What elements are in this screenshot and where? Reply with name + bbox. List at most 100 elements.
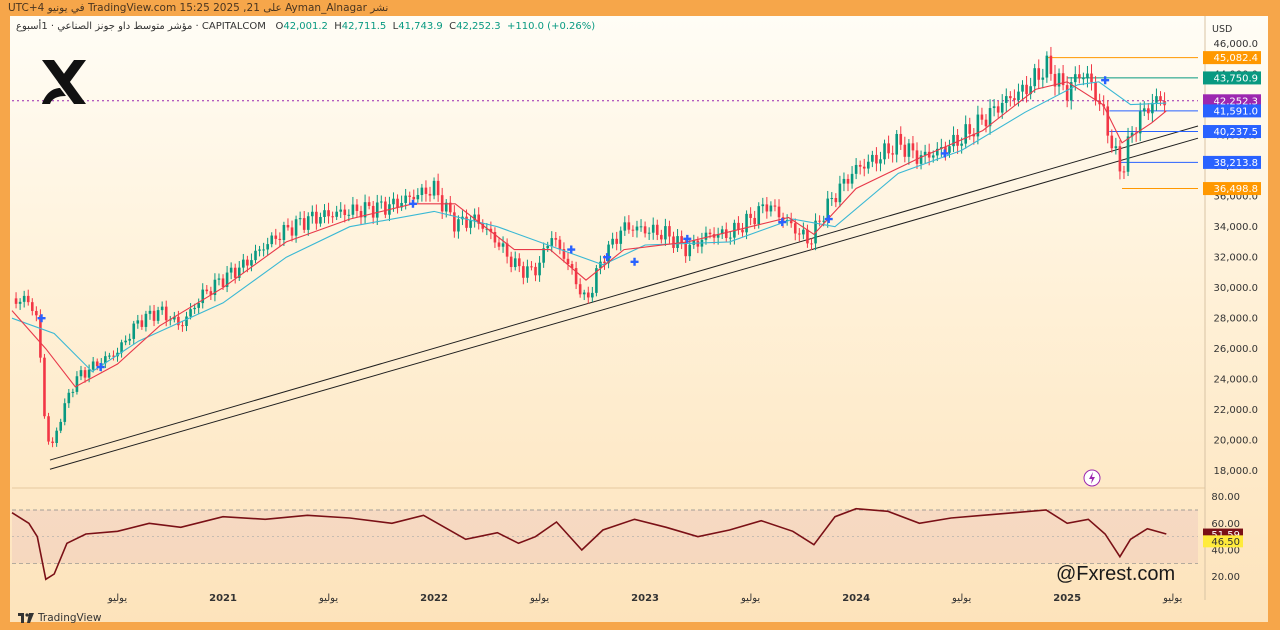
candle-body	[745, 213, 748, 233]
candle-body	[704, 232, 708, 240]
price-tick-label: 20,000.0	[1213, 436, 1258, 447]
candle-body	[1110, 135, 1114, 149]
candle-body	[643, 226, 647, 234]
candle-body	[262, 249, 265, 251]
rsi-tick-label: 60.00	[1211, 519, 1240, 530]
candle-body	[846, 178, 850, 184]
candle-body	[818, 220, 821, 222]
candle-body	[302, 218, 306, 230]
candle-body	[964, 124, 968, 144]
tradingview-brand[interactable]: TradingView	[18, 612, 101, 624]
candle-body	[327, 210, 330, 217]
candle-body	[1009, 96, 1012, 99]
candle-body	[424, 187, 428, 194]
candle-body	[1118, 146, 1122, 172]
candle-body	[43, 357, 46, 417]
high-value: 42,711.5	[341, 21, 387, 32]
candle-body	[757, 206, 761, 225]
candle-body	[1025, 84, 1028, 95]
trendlines[interactable]	[49, 125, 1199, 470]
candle-body	[501, 243, 505, 247]
candle-body	[286, 224, 290, 228]
candle-body	[996, 106, 1000, 113]
candle-body	[517, 258, 521, 267]
candle-body	[55, 430, 58, 444]
candle-body	[347, 214, 351, 216]
candle-body	[1073, 74, 1077, 83]
candle-body	[867, 161, 870, 169]
publisher-line: نشر Ayman_Alnagar على TradingView.com 15…	[8, 2, 389, 14]
candle-body	[1045, 55, 1049, 78]
candle-body	[862, 166, 866, 169]
ma-fast-line	[11, 81, 1167, 388]
tradingview-label: TradingView	[38, 612, 102, 624]
candle-body	[355, 204, 359, 212]
time-tick-label: يوليو	[107, 593, 127, 604]
rsi-tick-label: 20.00	[1211, 572, 1240, 583]
candle-body	[903, 144, 907, 157]
candle-body	[1122, 171, 1126, 173]
moving-averages	[11, 81, 1167, 388]
candle-body	[793, 223, 797, 234]
ma-slow-line	[11, 81, 1167, 373]
candle-body	[668, 226, 671, 237]
candle-body	[242, 259, 245, 268]
candle-body	[384, 201, 387, 215]
candle-body	[278, 238, 282, 240]
candle-body	[339, 209, 343, 212]
crossover-markers	[37, 76, 1110, 372]
candle-body	[554, 238, 558, 240]
candle-body	[672, 236, 675, 248]
candle-body	[367, 202, 371, 206]
horizontal-levels[interactable]	[12, 57, 1198, 190]
low-value: 41,743.9	[398, 21, 443, 32]
symbol-legend[interactable]: مؤشر متوسط داو جونز الصناعي · 1أسبوع · C…	[16, 21, 595, 32]
candle-body	[773, 205, 777, 207]
candle-body	[1159, 96, 1162, 102]
candle-body	[891, 153, 894, 155]
candle-body	[1041, 77, 1045, 80]
currency-label[interactable]: USD	[1212, 24, 1232, 35]
candle-body	[956, 134, 959, 146]
candle-body	[627, 222, 631, 230]
candle-body	[428, 193, 432, 196]
candle-body	[611, 238, 614, 245]
candle-body	[246, 259, 249, 266]
candle-body	[294, 219, 298, 236]
candle-body	[822, 220, 825, 222]
candle-body	[591, 292, 594, 298]
crossover-marker	[940, 149, 949, 158]
candle-body	[850, 173, 854, 184]
candle-body	[156, 310, 160, 321]
candle-body	[1049, 55, 1053, 74]
candle-body	[1000, 102, 1004, 113]
candle-body	[1126, 136, 1130, 172]
candle-body	[335, 211, 338, 217]
chart-canvas[interactable]: 18,000.0 20,000.0 22,000.0 24,000.0 26,000.0…	[0, 0, 1280, 630]
candle-body	[185, 316, 188, 326]
candle-body	[619, 230, 623, 244]
candle-body	[647, 232, 651, 234]
candle-body	[558, 239, 562, 250]
candle-body	[343, 209, 347, 216]
candle-body	[899, 133, 903, 145]
candle-body	[895, 133, 899, 155]
candle-body	[566, 258, 570, 265]
candle-body	[980, 114, 984, 120]
candle-body	[18, 301, 22, 304]
candle-body	[436, 180, 440, 196]
candle-body	[631, 229, 635, 231]
candle-body	[753, 217, 756, 225]
candle-body	[396, 198, 399, 208]
time-tick-label: يوليو	[1162, 593, 1182, 604]
candle-body	[684, 242, 687, 257]
candle-body	[960, 143, 963, 146]
time-tick-label: 2025	[1053, 593, 1081, 604]
candle-body	[63, 403, 67, 422]
candle-body	[26, 295, 30, 303]
price-tick-label: 28,000.0	[1213, 314, 1258, 325]
candle-body	[546, 245, 549, 249]
candle-body	[152, 310, 156, 321]
candle-body	[217, 278, 221, 280]
candle-body	[124, 340, 127, 343]
